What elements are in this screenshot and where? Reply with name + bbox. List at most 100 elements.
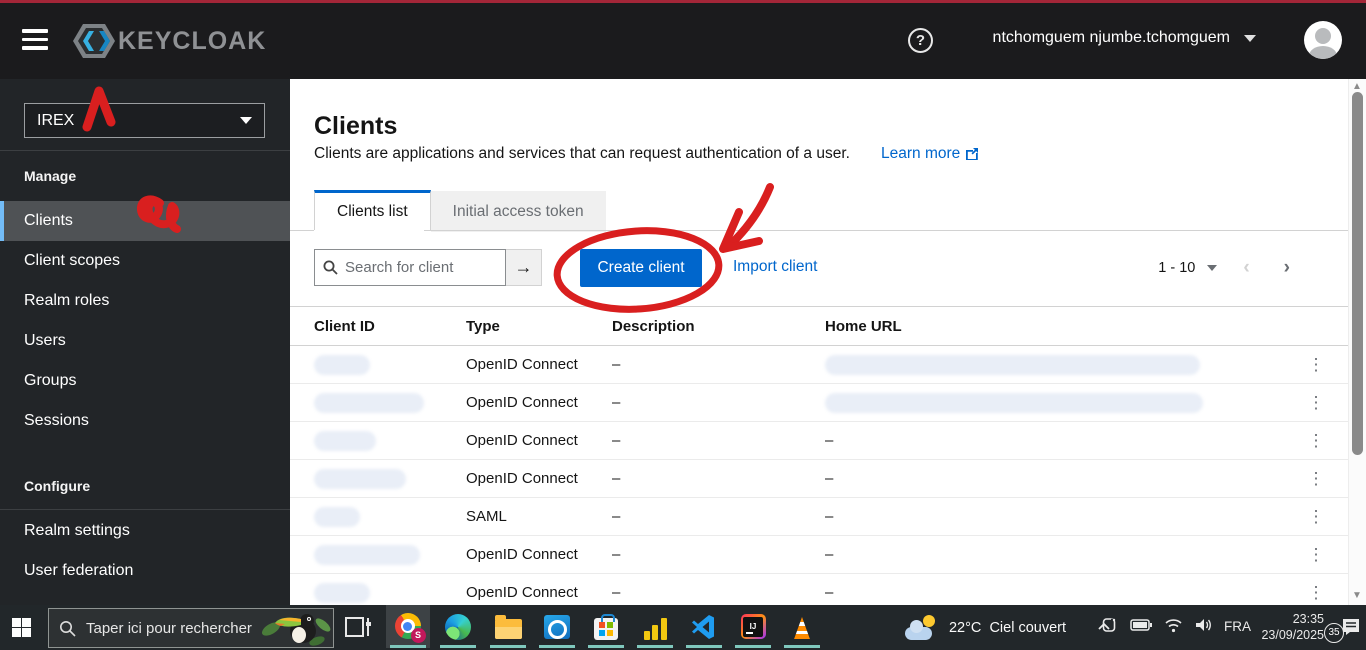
scrollbar[interactable]: ▲ ▼ xyxy=(1348,79,1366,605)
start-button-icon[interactable] xyxy=(12,618,31,637)
kebab-menu-icon[interactable]: ⋮ xyxy=(1294,584,1338,601)
home-url-cell xyxy=(825,392,1294,413)
taskbar-search[interactable]: Taper ici pour rechercher xyxy=(48,608,334,648)
table-row[interactable]: OpenID Connect – – ⋮ xyxy=(290,536,1348,574)
tab-initial-access-token[interactable]: Initial access token xyxy=(430,191,606,232)
sidebar-item-user-federation[interactable]: User federation xyxy=(0,551,290,591)
taskbar-edge-icon[interactable] xyxy=(436,605,480,648)
table-row[interactable]: OpenID Connect – – ⋮ xyxy=(290,460,1348,498)
chrome-profile-badge: S xyxy=(410,628,426,643)
taskbar-store-icon[interactable] xyxy=(584,605,628,648)
taskbar-intellij-icon[interactable]: IJ xyxy=(731,605,775,648)
notification-count-badge: 35 xyxy=(1324,623,1344,643)
redacted-client-id xyxy=(314,544,420,565)
kebab-menu-icon[interactable]: ⋮ xyxy=(1294,546,1338,563)
taskbar-powerbi-icon[interactable] xyxy=(633,605,677,648)
kebab-menu-icon[interactable]: ⋮ xyxy=(1294,470,1338,487)
screen: KEYCLOAK ? ntchomguem njumbe.tchomguem I… xyxy=(0,0,1366,650)
search-submit-button[interactable]: → xyxy=(506,249,542,286)
sidebar-item-clients[interactable]: Clients xyxy=(0,201,290,241)
clock-date: 23/09/2025 xyxy=(1261,628,1324,642)
client-id-cell[interactable] xyxy=(314,468,466,489)
pagination: 1 - 10 ‹ › xyxy=(1158,257,1298,279)
client-id-cell[interactable] xyxy=(314,544,466,565)
sidebar-item-users[interactable]: Users xyxy=(0,321,290,361)
weather-temp: 22°C xyxy=(948,619,982,636)
user-menu[interactable]: ntchomguem njumbe.tchomguem xyxy=(993,29,1256,47)
sidebar: IREX Manage Clients Client scopes Realm … xyxy=(0,79,290,605)
search-icon xyxy=(60,620,76,637)
home-url-cell: – xyxy=(825,470,834,487)
sidebar-divider xyxy=(0,509,290,510)
sidebar-item-realm-settings[interactable]: Realm settings xyxy=(0,511,290,551)
realm-name: IREX xyxy=(37,111,75,129)
redacted-client-id xyxy=(314,430,376,451)
pagination-next-button[interactable]: › xyxy=(1276,257,1298,279)
redacted-home-url xyxy=(825,392,1203,413)
search-highlight-toucan-image xyxy=(261,614,331,646)
type-cell: SAML xyxy=(466,508,507,525)
sidebar-item-groups[interactable]: Groups xyxy=(0,361,290,401)
kebab-menu-icon[interactable]: ⋮ xyxy=(1294,356,1338,373)
task-view-icon[interactable] xyxy=(345,614,373,640)
clients-table: Client ID Type Description Home URL Open… xyxy=(290,306,1348,612)
import-client-link[interactable]: Import client xyxy=(733,258,817,276)
realm-selector[interactable]: IREX xyxy=(24,103,265,138)
table-row[interactable]: OpenID Connect – – ⋮ xyxy=(290,422,1348,460)
col-client-id: Client ID xyxy=(314,317,375,335)
table-row[interactable]: SAML – – ⋮ xyxy=(290,498,1348,536)
redacted-client-id xyxy=(314,468,406,489)
client-id-cell[interactable] xyxy=(314,582,466,603)
sidebar-item-sessions[interactable]: Sessions xyxy=(0,401,290,441)
wifi-icon[interactable] xyxy=(1164,618,1183,633)
pagination-prev-button[interactable]: ‹ xyxy=(1235,257,1257,279)
col-home-url: Home URL xyxy=(825,317,902,335)
pagination-range[interactable]: 1 - 10 xyxy=(1158,260,1195,276)
type-cell: OpenID Connect xyxy=(466,546,578,563)
scrollbar-thumb[interactable] xyxy=(1352,92,1363,455)
language-indicator[interactable]: FRA xyxy=(1224,619,1251,634)
kebab-menu-icon[interactable]: ⋮ xyxy=(1294,432,1338,449)
avatar[interactable] xyxy=(1304,21,1342,59)
kebab-menu-icon[interactable]: ⋮ xyxy=(1294,394,1338,411)
clock[interactable]: 23:35 23/09/2025 xyxy=(1261,611,1324,643)
description-cell: – xyxy=(612,508,621,525)
redacted-client-id xyxy=(314,354,370,375)
tab-clients-list[interactable]: Clients list xyxy=(314,190,431,231)
scroll-down-icon[interactable]: ▼ xyxy=(1352,590,1362,601)
chevron-down-icon[interactable] xyxy=(1207,265,1218,271)
taskbar-vlc-icon[interactable] xyxy=(780,605,824,648)
volume-icon[interactable] xyxy=(1195,617,1214,633)
weather-widget[interactable]: 22°C Ciel couvert xyxy=(904,605,1066,650)
client-id-cell[interactable] xyxy=(314,354,466,375)
weather-desc: Ciel couvert xyxy=(989,619,1066,636)
search-input[interactable] xyxy=(345,259,495,276)
create-client-button[interactable]: Create client xyxy=(580,249,702,287)
client-id-cell[interactable] xyxy=(314,506,466,527)
taskbar-outlook-icon[interactable] xyxy=(535,605,579,648)
sidebar-item-client-scopes[interactable]: Client scopes xyxy=(0,241,290,281)
client-search[interactable] xyxy=(314,249,506,286)
taskbar-file-explorer-icon[interactable] xyxy=(486,605,530,648)
hamburger-icon[interactable] xyxy=(22,29,48,50)
scroll-up-icon[interactable]: ▲ xyxy=(1352,81,1362,92)
help-icon[interactable]: ? xyxy=(908,28,933,53)
chevron-down-icon xyxy=(240,117,252,124)
table-row[interactable]: OpenID Connect – ⋮ xyxy=(290,346,1348,384)
taskbar-vscode-icon[interactable] xyxy=(682,605,726,648)
battery-icon[interactable] xyxy=(1130,618,1152,632)
search-icon xyxy=(323,260,338,275)
table-row[interactable]: OpenID Connect – ⋮ xyxy=(290,384,1348,422)
section-label-manage: Manage xyxy=(24,168,77,184)
your-phone-icon[interactable] xyxy=(1100,616,1118,634)
home-url-cell: – xyxy=(825,584,834,601)
client-id-cell[interactable] xyxy=(314,430,466,451)
kebab-menu-icon[interactable]: ⋮ xyxy=(1294,508,1338,525)
taskbar-chrome-icon[interactable]: S xyxy=(386,605,430,648)
main-content: Clients Clients are applications and ser… xyxy=(290,79,1348,612)
notification-center-icon[interactable]: 35 xyxy=(1324,615,1362,643)
home-url-cell: – xyxy=(825,432,834,449)
client-id-cell[interactable] xyxy=(314,392,466,413)
sidebar-item-realm-roles[interactable]: Realm roles xyxy=(0,281,290,321)
learn-more-link[interactable]: Learn more xyxy=(881,145,979,163)
